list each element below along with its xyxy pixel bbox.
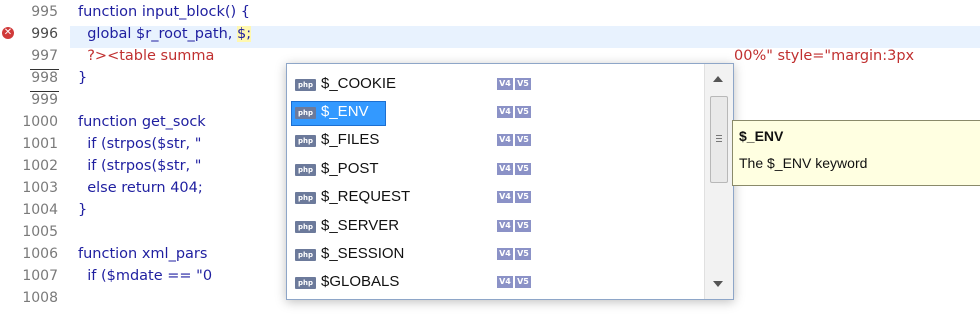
item-label: $_FILES: [321, 131, 380, 148]
line-number: 1002: [22, 158, 58, 174]
cursor-token: $;: [237, 26, 252, 42]
current-code-line: global $r_root_path, $;: [70, 26, 980, 48]
code-editor[interactable]: ✕ 995 996 997 998 999 1000 1001 1002 100…: [0, 0, 980, 332]
v5-badge: V5: [515, 220, 531, 232]
v5-badge: V5: [515, 134, 531, 146]
php-icon: php: [295, 249, 316, 261]
version-badges: V4 V5: [497, 248, 533, 260]
autocomplete-item[interactable]: php $_REQUEST V4 V5: [287, 186, 703, 210]
php-icon: php: [295, 135, 316, 147]
line-number: 1003: [22, 180, 58, 196]
v4-badge: V4: [497, 248, 513, 260]
item-label: $_ENV: [321, 103, 369, 120]
code-line-text: global $r_root_path,: [78, 26, 237, 42]
version-badges: V4 V5: [497, 220, 533, 232]
scroll-up-arrow-icon[interactable]: [713, 76, 723, 82]
popup-scrollbar[interactable]: [704, 64, 733, 299]
version-badges: V4 V5: [497, 106, 533, 118]
php-icon: php: [295, 79, 316, 91]
v4-badge: V4: [497, 78, 513, 90]
item-label: $_SERVER: [321, 217, 400, 234]
line-number: 1001: [22, 136, 58, 152]
autocomplete-item[interactable]: php $_SERVER V4 V5: [287, 215, 703, 239]
php-icon: php: [295, 192, 316, 204]
v4-badge: V4: [497, 220, 513, 232]
v5-badge: V5: [515, 106, 531, 118]
v4-badge: V4: [497, 191, 513, 203]
v5-badge: V5: [515, 78, 531, 90]
line-number: 1007: [22, 268, 58, 284]
line-number: 1006: [22, 246, 58, 262]
v4-badge: V4: [497, 106, 513, 118]
autocomplete-item-selected[interactable]: php $_ENV V4 V5: [287, 101, 703, 126]
version-badges: V4 V5: [497, 78, 533, 90]
scrollbar-thumb[interactable]: [710, 96, 728, 183]
autocomplete-list[interactable]: php $_COOKIE V4 V5 php $_ENV V4 V5 php $_F…: [287, 64, 703, 299]
autocomplete-item[interactable]: php $_POST V4 V5: [287, 158, 703, 182]
line-number: 996: [31, 26, 58, 42]
line-number-gutter: ✕ 995 996 997 998 999 1000 1001 1002 100…: [0, 0, 62, 332]
v5-badge: V5: [515, 163, 531, 175]
line-number: 995: [31, 4, 58, 20]
autocomplete-popup[interactable]: php $_COOKIE V4 V5 php $_ENV V4 V5 php $_F…: [286, 63, 734, 300]
tooltip-title: $_ENV: [739, 128, 784, 144]
v4-badge: V4: [497, 163, 513, 175]
autocomplete-item[interactable]: php $_COOKIE V4 V5: [287, 73, 703, 97]
v5-badge: V5: [515, 191, 531, 203]
v4-badge: V4: [497, 276, 513, 288]
php-icon: php: [295, 221, 316, 233]
v5-badge: V5: [515, 248, 531, 260]
item-label: $_POST: [321, 160, 379, 177]
version-badges: V4 V5: [497, 276, 533, 288]
version-badges: V4 V5: [497, 163, 533, 175]
item-label: $_REQUEST: [321, 188, 411, 205]
php-icon: php: [295, 164, 316, 176]
code-line: function input_block() {: [78, 4, 251, 20]
version-badges: V4 V5: [497, 191, 533, 203]
item-label: $_COOKIE: [321, 75, 397, 92]
v5-badge: V5: [515, 276, 531, 288]
line-number: 1005: [22, 224, 58, 240]
documentation-tooltip: $_ENV The $_ENV keyword: [732, 120, 980, 186]
line-number: 997: [31, 48, 58, 64]
line-number: 1008: [22, 290, 58, 306]
line-number: 999: [31, 92, 58, 108]
php-icon: php: [295, 277, 316, 289]
line-number: 998: [31, 70, 58, 86]
autocomplete-item[interactable]: php $GLOBALS V4 V5: [287, 271, 703, 295]
line-number: 1004: [22, 202, 58, 218]
scroll-down-arrow-icon[interactable]: [713, 281, 723, 287]
item-label: $GLOBALS: [321, 273, 400, 290]
grip-icon: [716, 135, 722, 136]
tooltip-description: The $_ENV keyword: [739, 155, 868, 171]
autocomplete-item[interactable]: php $_FILES V4 V5: [287, 129, 703, 153]
line-number: 1000: [22, 114, 58, 130]
code-line-tail: 00%" style="margin:3px: [734, 48, 915, 64]
version-badges: V4 V5: [497, 134, 533, 146]
item-label: $_SESSION: [321, 245, 405, 262]
autocomplete-item[interactable]: php $_SESSION V4 V5: [287, 243, 703, 267]
php-icon: php: [295, 107, 316, 119]
v4-badge: V4: [497, 134, 513, 146]
